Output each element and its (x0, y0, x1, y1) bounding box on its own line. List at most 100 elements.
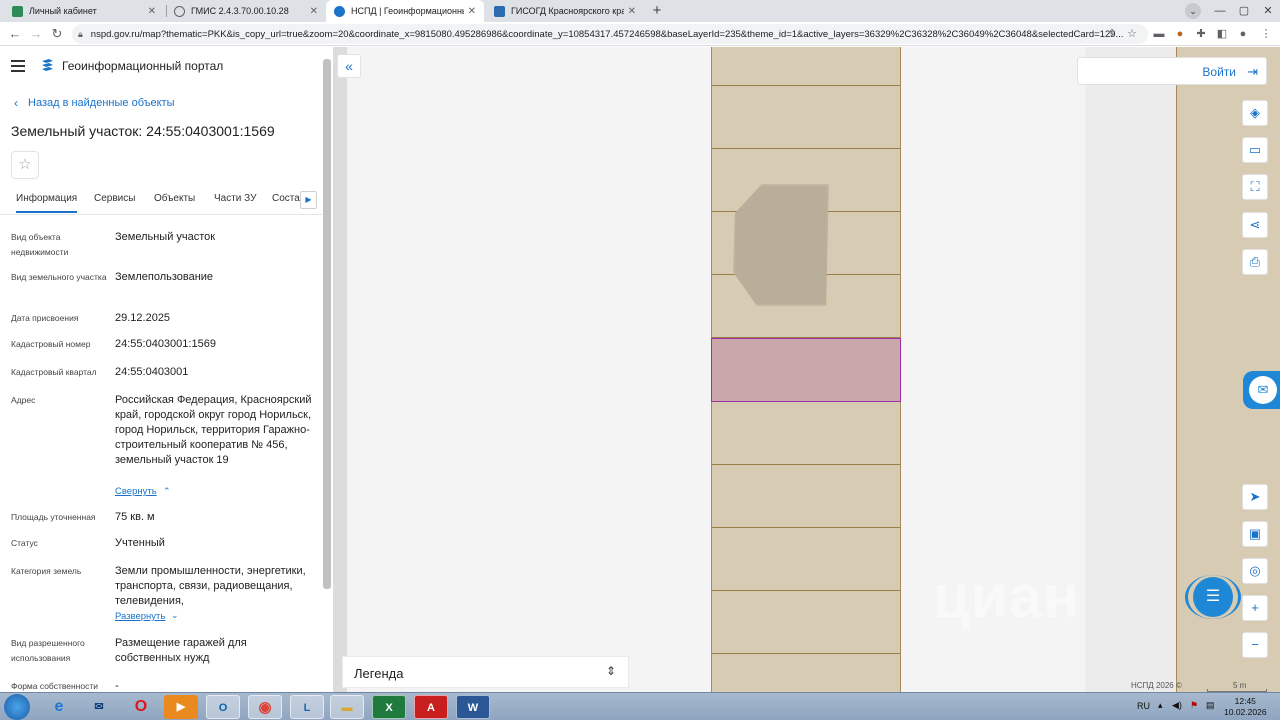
extension-icon[interactable]: ▬ (1151, 25, 1167, 43)
browser-tab[interactable]: ГМИС 2.4.3.70.00.10.28 ✕ (166, 0, 326, 22)
start-button-icon[interactable] (4, 694, 30, 720)
tab-parts[interactable]: Части ЗУ (214, 193, 256, 204)
language-indicator[interactable]: RU (1137, 701, 1150, 711)
feedback-side-tab[interactable]: ✉ (1243, 371, 1280, 409)
map-attribution: НСПД 2026 © (1131, 681, 1182, 690)
zoom-out-icon[interactable]: − (1242, 632, 1268, 658)
property-label: Форма собственности (11, 681, 98, 691)
ie-icon[interactable]: e (42, 695, 76, 719)
zoom-in-icon[interactable]: + (1242, 595, 1268, 621)
new-tab-button[interactable]: + (648, 2, 666, 20)
chrome-icon[interactable]: ◉ (248, 695, 282, 719)
area-select-icon[interactable]: ⛶ (1242, 174, 1268, 200)
tab-search-icon[interactable]: ⌄ (1185, 3, 1201, 19)
share-icon[interactable]: ⋖ (1242, 212, 1268, 238)
parcel-boundary (712, 590, 900, 591)
property-label: Дата присвоения (11, 313, 79, 323)
layers-icon[interactable]: ◈ (1242, 100, 1268, 126)
navigate-icon[interactable]: ➤ (1242, 484, 1268, 510)
property-label: Кадастровый квартал (11, 367, 97, 377)
thunderbird-icon[interactable]: ✉ (82, 695, 116, 719)
minimap-icon[interactable]: ▣ (1242, 521, 1268, 547)
menu-dots-icon[interactable]: ⋮ (1258, 25, 1274, 43)
collapse-link[interactable]: Свернуть (115, 486, 157, 497)
forward-arrow-icon[interactable]: → (27, 25, 45, 43)
opera-icon[interactable]: O (124, 695, 158, 719)
locate-icon[interactable]: ◎ (1242, 558, 1268, 584)
back-arrow-icon[interactable]: ← (6, 25, 24, 43)
url-text[interactable]: nspd.gov.ru/map?thematic=PKK&is_copy_url… (91, 29, 1142, 40)
selected-parcel[interactable] (711, 338, 901, 402)
property-value: 24:55:0403001:1569 (115, 338, 216, 350)
chevron-left-icon: ‹ (14, 96, 18, 110)
portal-logo-icon (42, 59, 53, 71)
tabs-scroll-right-icon[interactable]: ▶ (300, 191, 317, 209)
puzzle-extensions-icon[interactable]: ✚ (1193, 25, 1209, 43)
lync-icon[interactable]: L (290, 695, 324, 719)
address-bar[interactable]: 🔒︎ nspd.gov.ru/map?thematic=PKK&is_copy_… (72, 24, 1148, 44)
extension-icon[interactable]: ● (1172, 25, 1188, 43)
action-center-icon[interactable]: ▤ (1206, 700, 1215, 711)
chevron-up-icon[interactable]: ⌃ (163, 486, 171, 497)
legend-dropdown[interactable]: Легенда ⇕ (342, 656, 629, 688)
gisogd-favicon-icon (494, 5, 505, 17)
browser-tab[interactable]: ГИСОГД Красноярского края ✕ (486, 0, 644, 22)
panel-scrollbar[interactable] (323, 59, 331, 589)
property-label: Площадь уточненная (11, 512, 96, 522)
outlook-icon[interactable]: O (206, 695, 240, 719)
tab-services[interactable]: Сервисы (94, 193, 135, 204)
hamburger-menu-icon[interactable] (11, 60, 25, 72)
favorite-star-icon[interactable]: ☆ (11, 151, 39, 179)
ruler-icon[interactable]: ▭ (1242, 137, 1268, 163)
map-view[interactable]: циан « Войти ⇥ ◈ ▭ ⛶ ⋖ ⎙ ✉ ➤ ▣ ◎ + − ☰ Л… (333, 47, 1280, 692)
parcel-boundary (712, 148, 900, 149)
close-tab-icon[interactable]: ✕ (310, 6, 318, 17)
close-tab-icon[interactable]: ✕ (628, 6, 636, 17)
login-button[interactable]: Войти ⇥ (1077, 57, 1267, 85)
tray-expand-icon[interactable]: ▴ (1158, 700, 1163, 711)
property-value: - (115, 680, 119, 692)
network-icon[interactable]: ⚑ (1190, 700, 1198, 711)
excel-icon[interactable]: X (372, 695, 406, 719)
property-value: Земельный участок (115, 231, 216, 243)
acrobat-icon[interactable]: A (414, 695, 448, 719)
tab-information[interactable]: Информация (16, 193, 78, 213)
close-tab-icon[interactable]: ✕ (148, 6, 156, 17)
os-taskbar: e ✉ O ▶ O ◉ L ▬ X A W RU ▴ ◀) ⚑ ▤ 12:45 … (0, 692, 1280, 720)
volume-icon[interactable]: ◀) (1172, 700, 1182, 711)
browser-tab-active[interactable]: НСПД | Геоинформационный п... ✕ (326, 0, 484, 22)
chevron-down-icon[interactable]: ⌄ (171, 610, 179, 621)
media-player-icon[interactable]: ▶ (164, 695, 198, 719)
lock-icon: 🔒︎ (78, 28, 83, 39)
close-window-icon[interactable]: ✕ (1253, 0, 1280, 22)
chat-icon[interactable]: ☰ (1193, 577, 1233, 617)
bookmark-star-icon[interactable]: ☆ (1124, 25, 1140, 43)
portal-title: Геоинформационный портал (62, 59, 224, 73)
browser-tab[interactable]: Личный кабинет ✕ (4, 0, 164, 22)
side-panel-icon[interactable]: ◧ (1214, 25, 1230, 43)
info-tabs: Информация Сервисы Объекты Части ЗУ Сост… (0, 187, 322, 215)
property-label: Категория земель (11, 566, 82, 576)
word-icon[interactable]: W (456, 695, 490, 719)
profile-avatar-icon[interactable]: ● (1235, 25, 1251, 43)
nspd-favicon-icon (334, 5, 345, 17)
property-label: Вид объекта недвижимости (11, 232, 69, 257)
object-info-panel: Геоинформационный портал ‹ Назад в найде… (0, 47, 333, 692)
print-icon[interactable]: ⎙ (1242, 249, 1268, 275)
site-favicon-icon (12, 5, 23, 17)
close-tab-icon[interactable]: ✕ (468, 6, 476, 17)
share-icon[interactable]: ⇪ (1104, 25, 1120, 43)
tab-objects[interactable]: Объекты (154, 193, 195, 204)
browser-toolbar: ← → ↻ 🔒︎ nspd.gov.ru/map?thematic=PKK&is… (0, 22, 1280, 46)
system-clock[interactable]: 12:45 10.02.2026 (1224, 696, 1267, 718)
back-to-results-link[interactable]: ‹ Назад в найденные объекты (14, 96, 175, 110)
expand-link[interactable]: Развернуть (115, 611, 165, 622)
feedback-icon: ✉ (1249, 376, 1277, 404)
reload-icon[interactable]: ↻ (48, 25, 66, 43)
collapse-panel-icon[interactable]: « (337, 54, 361, 78)
parcel-boundary (712, 653, 900, 654)
map-edge (333, 47, 347, 692)
property-value: Землепользование (115, 271, 214, 283)
file-explorer-icon[interactable]: ▬ (330, 695, 364, 719)
login-arrow-icon: ⇥ (1247, 64, 1258, 79)
